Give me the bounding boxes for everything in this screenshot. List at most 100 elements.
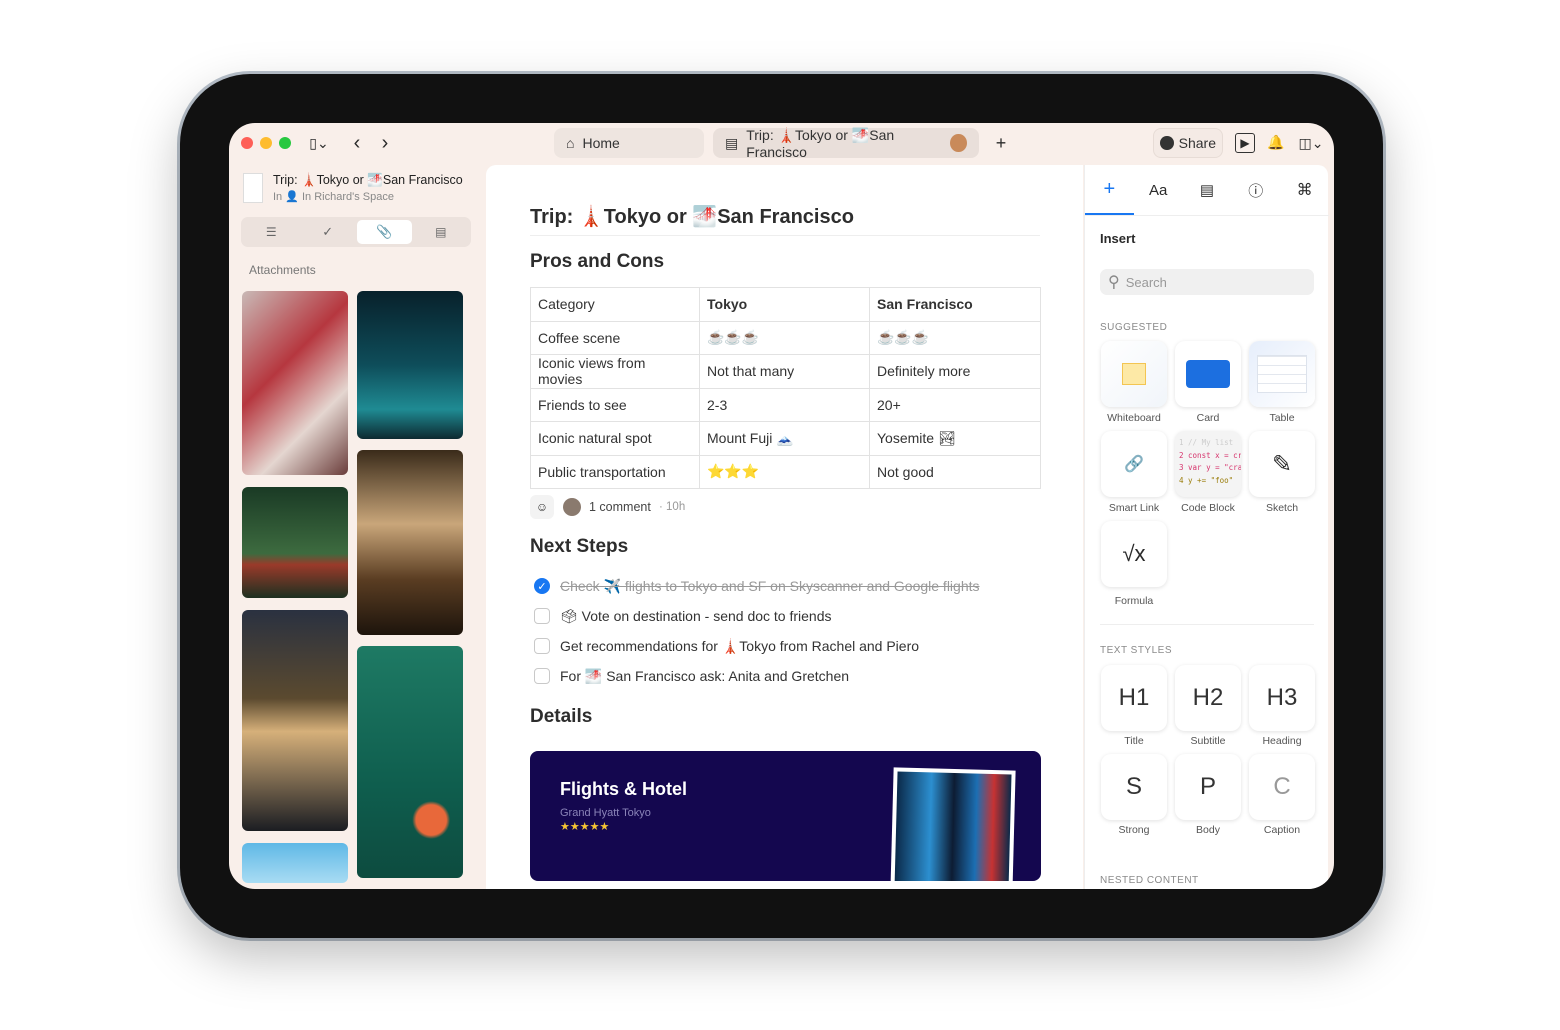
share-button[interactable]: Share [1153,128,1223,158]
table-cell[interactable]: Iconic views from movies [530,354,700,389]
table-header[interactable]: Category [530,287,700,322]
attachment-photo-lanterns[interactable] [357,450,463,635]
heading-details[interactable]: Details [530,706,592,728]
checkbox-checked[interactable]: ✓ [534,578,550,594]
heading-next-steps[interactable]: Next Steps [530,536,628,558]
tile-label: Sketch [1265,502,1299,514]
table-cell[interactable]: Not good [869,454,1041,489]
text-styles-heading: TEXT STYLES [1100,645,1173,656]
table-cell[interactable]: Definitely more [869,354,1041,389]
style-body[interactable]: P [1175,754,1241,820]
add-reaction-icon[interactable]: ☺ [530,495,554,519]
attachment-photo-alley[interactable] [242,610,348,831]
app-window: ▯⌄ ‹ › ⌂ Home ▤ Trip: 🗼Tokyo or 🌁San Franc… [229,123,1334,889]
checkbox[interactable] [534,668,550,684]
table-cell[interactable]: ☕☕☕ [869,320,1041,355]
attachments-icon[interactable]: 📎 [357,220,412,244]
insert-tab-icon[interactable]: + [1085,165,1134,215]
sidebar-segmented-control: ☰ ✓ 📎 ▤ [241,217,471,247]
table-cell[interactable]: Not that many [699,354,870,389]
document-format-tab-icon[interactable]: ▤ [1183,165,1232,215]
search-placeholder: Search [1125,274,1167,290]
attachment-photo-sky[interactable] [242,843,348,883]
table-icon [1257,355,1307,393]
close-button[interactable] [241,137,253,149]
table-header[interactable]: Tokyo [699,287,870,322]
inspector-panel: + Aa ▤ ⓘ ⌘ Insert ⚲ Search SUGGESTED Whit… [1084,165,1329,889]
tab-home[interactable]: ⌂ Home [554,128,704,158]
attachment-photo-blossoms[interactable] [242,291,348,475]
comment-count[interactable]: 1 comment [589,500,651,514]
card-subtitle: Grand Hyatt Tokyo [560,807,651,819]
table-cell[interactable]: Mount Fuji 🗻 [699,421,870,456]
table-cell[interactable]: Yosemite 🏞 [869,421,1041,456]
attachment-photo-koi[interactable] [357,646,463,878]
table-cell[interactable]: Iconic natural spot [530,421,700,456]
format-tab-icon[interactable]: Aa [1134,165,1183,215]
sketch-tile[interactable]: ✎ [1249,431,1315,497]
info-tab-icon[interactable]: ⓘ [1231,165,1280,215]
style-h3[interactable]: H3 [1249,665,1315,731]
task-text[interactable]: Get recommendations for 🗼Tokyo from Rach… [560,638,919,655]
zoom-button[interactable] [279,137,291,149]
task-text[interactable]: Check ✈️ flights to Tokyo and SF on Skys… [560,578,980,595]
card-tile[interactable] [1175,341,1241,407]
attachment-photo-shrine[interactable] [242,487,348,598]
table-cell[interactable]: ⭐⭐⭐ [699,454,870,489]
task-text[interactable]: For 🌁 San Francisco ask: Anita and Gretc… [560,668,849,685]
table-cell[interactable]: 20+ [869,387,1041,422]
document-title[interactable]: Trip: 🗼Tokyo or 🌁San Francisco [530,204,854,229]
sidebar-toggle-icon[interactable]: ▯⌄ [303,133,335,153]
table-row: Iconic views from movies Not that many Def… [530,354,1041,389]
whiteboard-tile[interactable] [1101,341,1167,407]
avatar [950,134,967,152]
task-text[interactable]: 🗳 Vote on destination - send doc to frie… [560,608,832,625]
table-cell[interactable]: Friends to see [530,387,700,422]
flights-hotel-card[interactable]: Flights & Hotel Grand Hyatt Tokyo ★★★★★ [530,751,1041,881]
checkbox[interactable] [534,608,550,624]
smart-link-tile[interactable]: 🔗 [1101,431,1167,497]
whiteboard-icon [1122,363,1146,385]
tile-label: Formula [1114,595,1154,607]
outline-icon[interactable]: ☰ [244,220,299,244]
minimize-button[interactable] [260,137,272,149]
insert-search-input[interactable]: ⚲ Search [1100,269,1314,295]
forward-icon[interactable]: › [375,131,395,155]
code-block-tile[interactable]: 1 // My list 2 const x = cr 3 var y = "c… [1175,431,1241,497]
shortcuts-tab-icon[interactable]: ⌘ [1280,165,1329,215]
tile-label: Table [1269,412,1295,424]
tile-label: Title [1124,735,1144,747]
table-cell[interactable]: 2-3 [699,387,870,422]
sidebar-doc-title[interactable]: Trip: 🗼Tokyo or 🌁San Francisco [273,173,463,188]
style-h1[interactable]: H1 [1101,665,1167,731]
attachment-photo-neon-street[interactable] [357,291,463,439]
table-cell[interactable]: ☕☕☕ [699,320,870,355]
find-in-doc-icon[interactable]: ▤ [414,220,469,244]
formula-tile[interactable]: √x [1101,521,1167,587]
style-caption[interactable]: C [1249,754,1315,820]
new-tab-icon[interactable]: + [991,131,1011,155]
tile-label: Body [1196,824,1220,836]
pros-cons-table[interactable]: Category Tokyo San Francisco Coffee scene ☕… [530,287,1041,489]
back-icon[interactable]: ‹ [347,131,367,155]
inspector-tabs: + Aa ▤ ⓘ ⌘ [1085,165,1329,216]
present-icon[interactable]: ▶ [1235,133,1255,153]
table-tile[interactable] [1249,341,1315,407]
heading-pros-cons[interactable]: Pros and Cons [530,251,664,273]
task-list: ✓ Check ✈️ flights to Tokyo and SF on Sky… [534,571,980,691]
style-h2[interactable]: H2 [1175,665,1241,731]
style-strong[interactable]: S [1101,754,1167,820]
table-cell[interactable]: Public transportation [530,454,700,489]
suggested-heading: SUGGESTED [1100,322,1168,333]
inspector-toggle-icon[interactable]: ◫⌄ [1295,133,1327,153]
window-controls [241,137,291,149]
checkbox[interactable] [534,638,550,654]
table-header[interactable]: San Francisco [869,287,1041,322]
code-line: 1 // My list [1179,438,1234,447]
tile-label: Card [1196,412,1220,424]
notifications-icon[interactable]: 🔔 [1267,132,1285,152]
tab-document[interactable]: ▤ Trip: 🗼Tokyo or 🌁San Francisco [713,127,979,160]
table-cell[interactable]: Coffee scene [530,320,700,355]
tasks-icon[interactable]: ✓ [301,220,356,244]
sketch-icon: ✎ [1271,450,1293,478]
